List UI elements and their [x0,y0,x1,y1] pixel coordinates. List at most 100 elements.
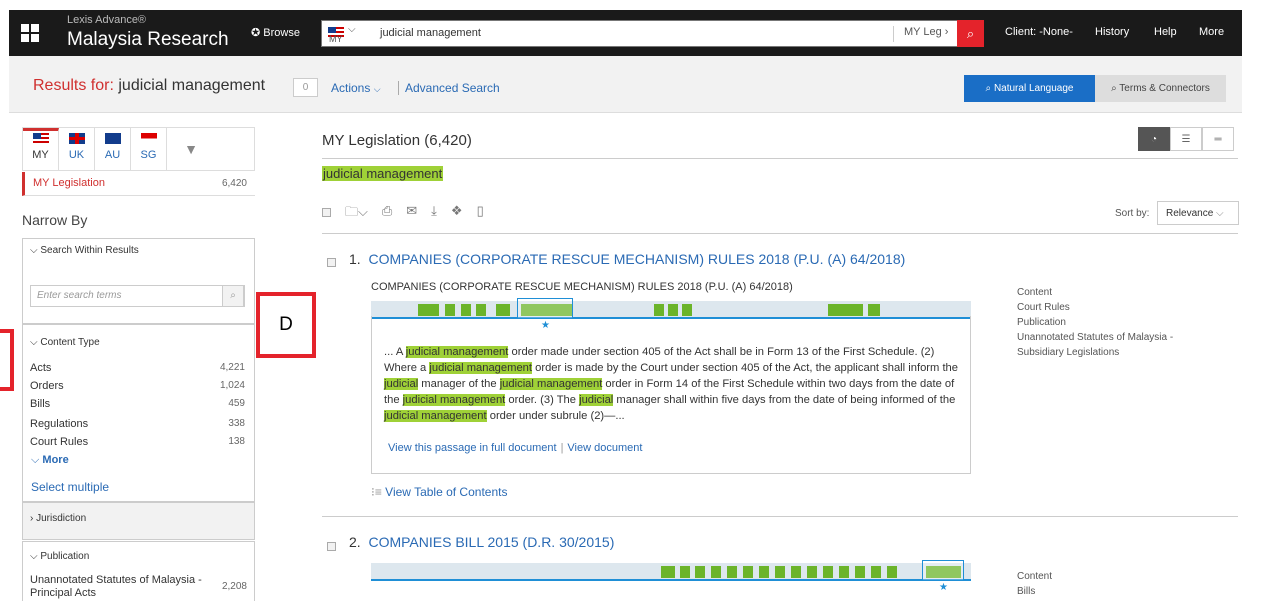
help-link[interactable]: Help [1154,26,1177,38]
divider [322,233,1238,234]
hit-segment[interactable] [496,304,510,316]
meta-publication-label: Publication [1017,317,1066,328]
view-toc-link[interactable]: ⁝≡ View Table of Contents [371,485,507,499]
print-icon[interactable]: ⎙ [382,203,392,223]
selected-count-box[interactable]: 0 [293,78,318,97]
filter-court-rules[interactable]: Court Rules 138 [30,436,245,448]
result-title-link[interactable]: 2. COMPANIES BILL 2015 (D.R. 30/2015) [349,534,614,550]
search-input[interactable]: judicial management [380,27,481,39]
hit-segment[interactable] [727,566,737,578]
view-document-link[interactable]: View document [567,442,642,454]
result-checkbox[interactable] [327,542,336,551]
hit-segment[interactable] [855,566,865,578]
brand-title[interactable]: Malaysia Research [67,29,229,51]
filter-regulations[interactable]: Regulations 338 [30,418,245,430]
filter-bills[interactable]: Bills 459 [30,398,245,410]
hit-segment[interactable] [871,566,881,578]
filter-publication-principal-acts[interactable]: Unannotated Statutes of Malaysia - Princ… [30,574,210,600]
compact-view-button[interactable]: ═ [1202,127,1234,151]
hit-segment[interactable] [887,566,897,578]
hit-segment[interactable] [775,566,785,578]
more-jurisdictions-dropdown[interactable]: ▼ [167,128,215,170]
hit-segment[interactable] [476,304,486,316]
hit-segment[interactable] [661,566,675,578]
hit-map[interactable]: ★ [371,560,971,593]
search-within-button[interactable]: ⌕ [222,285,244,307]
hit-segment[interactable] [711,566,721,578]
result-checkbox[interactable] [327,258,336,267]
malaysia-flag-icon [32,133,49,144]
select-all-checkbox[interactable] [322,208,331,217]
search-within-input[interactable]: Enter search terms [30,285,245,307]
search-within-toggle[interactable]: ⌵ Search Within Results [23,239,254,262]
publication-toggle[interactable]: ⌵ Publication [23,542,254,568]
terms-connectors-button[interactable]: ⌕ Terms & Connectors [1095,75,1226,102]
tab-uk[interactable]: UK [59,128,95,170]
jurisdiction-tabs: MY UK AU SG ▼ [22,127,255,171]
list-icon: ☰ [1181,133,1191,145]
client-menu[interactable]: Client: -None- [1005,26,1073,38]
highlighted-term: judicial management [405,346,509,358]
hit-segment[interactable] [823,566,833,578]
folder-icon[interactable]: 🗀⌵ [345,203,368,223]
publication-panel: ⌵ Publication Unannotated Statutes of Ma… [22,541,255,601]
hit-segment[interactable] [461,304,471,316]
content-type-panel: ⌵ Content Type Acts 4,221 Orders 1,024 Bil… [22,324,255,502]
filter-orders[interactable]: Orders 1,024 [30,380,245,392]
sort-dropdown[interactable]: Relevance ⌵ [1157,201,1239,225]
dropbox-icon[interactable]: ❖ [451,203,463,223]
jurisdiction-dropdown[interactable]: ⌵ MY [328,24,368,44]
document-icon[interactable]: ▯ [477,203,484,223]
view-passage-link[interactable]: View this passage in full document [388,442,557,454]
history-link[interactable]: History [1095,26,1129,38]
result-title-link[interactable]: 1. COMPANIES (CORPORATE RESCUE MECHANISM… [349,251,905,267]
content-type-toggle[interactable]: ⌵ Content Type [23,325,254,354]
hit-segment[interactable] [682,304,692,316]
meta-content-value: Bills [1017,586,1036,597]
jurisdiction-filter-toggle[interactable]: › Jurisdiction [22,502,255,540]
tab-sg[interactable]: SG [131,128,167,170]
snippet-segment: ... A [384,346,406,358]
highlighted-term: judicial management [402,394,506,406]
hit-map-view-button[interactable]: ◔ [1138,127,1170,151]
natural-language-button[interactable]: ⌕ Natural Language [964,75,1095,102]
hit-segment[interactable] [743,566,753,578]
results-query: judicial management [118,77,266,94]
hit-segment[interactable] [695,566,705,578]
toc-icon: ⁝≡ [371,485,386,499]
tab-my[interactable]: MY [23,128,59,170]
hit-segment[interactable] [791,566,801,578]
email-icon[interactable]: ✉ [406,203,417,223]
query-highlight: judicial management [322,166,444,181]
hit-segment[interactable] [445,304,455,316]
select-multiple-link[interactable]: Select multiple [31,480,109,494]
hit-segment[interactable] [759,566,769,578]
hit-segment[interactable] [839,566,849,578]
browse-button[interactable]: ✪ Browse [251,26,300,39]
divider [322,158,1238,159]
hit-segment[interactable] [654,304,664,316]
hit-segment[interactable] [668,304,678,316]
hit-segment[interactable] [868,304,880,316]
filter-acts[interactable]: Acts 4,221 [30,362,245,374]
hit-segment[interactable] [418,304,439,316]
search-button[interactable]: ⌕ [957,20,984,47]
publication-count: 2,208 [221,581,247,592]
list-view-button[interactable]: ☰ [1170,127,1202,151]
highlighted-term: judicial [384,378,419,390]
advanced-search-link[interactable]: Advanced Search [398,81,500,95]
apps-grid-icon[interactable] [21,24,39,42]
hit-segment[interactable] [807,566,817,578]
hit-segment[interactable] [828,304,863,316]
annotation-label: D [256,292,316,358]
search-scope-dropdown[interactable]: MY Leg › [893,26,948,42]
content-category-my-legislation[interactable]: MY Legislation 6,420 [22,172,255,196]
tab-au[interactable]: AU [95,128,131,170]
more-content-types-link[interactable]: ⌵ More [31,454,69,467]
download-icon[interactable]: ⤓ [431,203,437,223]
highlighted-term: judicial management [429,362,533,374]
more-menu[interactable]: More [1199,26,1224,38]
hit-segment[interactable] [680,566,690,578]
actions-dropdown[interactable]: Actions ⌵ [331,81,381,95]
meta-content-label: Content [1017,287,1053,298]
